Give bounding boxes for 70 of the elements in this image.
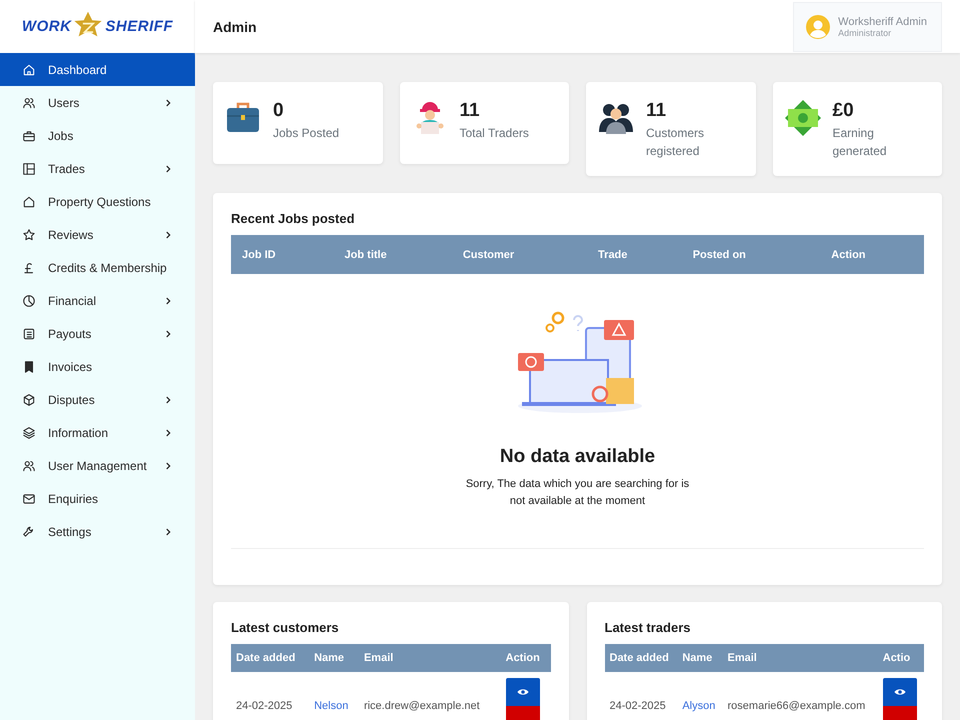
table-cell: 24-02-2025 <box>604 672 678 720</box>
section-title: Latest traders <box>604 620 692 635</box>
name-link[interactable]: Alyson <box>682 700 716 712</box>
view-button[interactable] <box>506 678 540 706</box>
sidebar-item[interactable]: Enquiries <box>0 482 195 515</box>
sidebar-item[interactable]: Reviews <box>0 218 195 251</box>
pound-icon <box>22 260 36 274</box>
stat-value: 11 <box>646 99 668 123</box>
users-icon <box>22 96 36 110</box>
avatar-icon <box>806 14 830 38</box>
stat-label: Total Traders <box>460 125 529 142</box>
stat-value: £0 <box>832 99 855 123</box>
column-header: Posted on <box>682 235 820 274</box>
sidebar-item[interactable]: Trades <box>0 152 195 185</box>
name-link[interactable]: Nelson <box>314 700 348 712</box>
sidebar-item[interactable]: Users <box>0 86 195 119</box>
sidebar-item[interactable]: User Management <box>0 449 195 482</box>
eye-icon <box>894 688 906 696</box>
cube-icon <box>22 392 36 406</box>
sidebar-item[interactable]: Dashboard <box>0 53 195 86</box>
table-cell: rice.drew@example.net <box>358 672 501 720</box>
users-icon <box>22 458 36 472</box>
column-header: Date added <box>231 644 310 672</box>
banknote-icon <box>782 98 822 138</box>
section-title: Latest customers <box>231 620 340 635</box>
stat-value: 0 <box>273 99 285 123</box>
pie-chart-icon <box>22 294 36 308</box>
mail-icon <box>22 492 36 506</box>
empty-state-message: Sorry, The data which you are searching for is not available at the moment <box>464 477 690 509</box>
briefcase-icon <box>22 128 36 142</box>
stat-value: 11 <box>460 99 481 123</box>
sidebar-item[interactable]: Credits & Membership <box>0 251 195 284</box>
eye-icon <box>516 688 529 696</box>
page-title: Admin <box>213 18 257 34</box>
home-icon <box>22 194 36 208</box>
column-header: Date added <box>604 644 678 672</box>
stat-label: Jobs Posted <box>273 125 340 142</box>
sidebar-item[interactable]: Disputes <box>0 383 195 416</box>
column-header: Email <box>722 644 878 672</box>
sidebar-item[interactable]: Property Questions <box>0 185 195 218</box>
empty-state-title: No data available <box>500 446 656 468</box>
sidebar-item[interactable]: Invoices <box>0 350 195 383</box>
column-header: Trade <box>587 235 682 274</box>
receipt-icon <box>22 326 36 340</box>
star-icon <box>22 228 36 242</box>
column-header: Actio <box>878 644 924 672</box>
stat-label: Customers registered <box>646 125 706 160</box>
sidebar-item[interactable]: Information <box>0 416 195 449</box>
sidebar-item[interactable]: Jobs <box>0 119 195 152</box>
home-icon <box>22 62 36 76</box>
sidebar-item[interactable]: Financial <box>0 284 195 317</box>
wrench-icon <box>22 524 36 538</box>
layers-icon <box>22 426 36 440</box>
column-header: Name <box>309 644 359 672</box>
stat-label: Earning generated <box>832 125 888 160</box>
section-title: Recent Jobs posted <box>231 211 356 226</box>
column-header: Job ID <box>231 235 334 274</box>
table-cell: rosemarie66@example.com <box>722 672 878 720</box>
column-header: Job title <box>334 235 452 274</box>
column-header: Name <box>677 644 723 672</box>
column-header: Email <box>358 644 501 672</box>
view-button[interactable] <box>882 678 917 706</box>
column-header: Customer <box>452 235 588 274</box>
table-cell: 24-02-2025 <box>231 672 310 720</box>
logo: WORK SHERIFF <box>0 0 195 53</box>
column-header: Action <box>820 235 924 274</box>
layout-icon <box>22 162 36 176</box>
sidebar-item[interactable]: Payouts <box>0 317 195 350</box>
sidebar-item[interactable]: Settings <box>0 515 195 548</box>
column-header: Action <box>500 644 550 672</box>
